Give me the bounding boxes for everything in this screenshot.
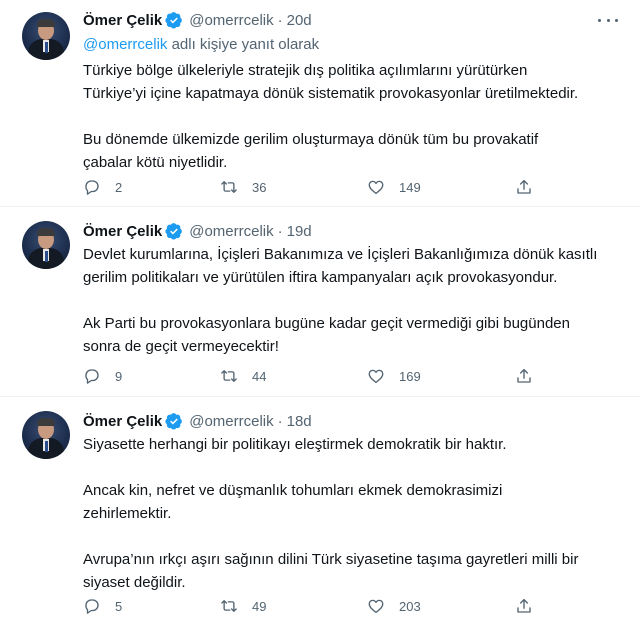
heart-outline-icon bbox=[368, 369, 384, 384]
retweet-button[interactable]: 49 bbox=[220, 596, 266, 616]
retweet-button[interactable]: 36 bbox=[220, 177, 266, 197]
avatar[interactable] bbox=[22, 411, 70, 459]
reply-count: 9 bbox=[115, 368, 123, 384]
tweet-text-line: Devlet kurumlarına, İçişleri Bakanımıza … bbox=[83, 246, 598, 263]
more-dots-icon[interactable] bbox=[598, 11, 618, 29]
like-button[interactable]: 203 bbox=[367, 596, 421, 616]
retweet-arrows-icon bbox=[221, 370, 237, 382]
share-upload-icon bbox=[517, 598, 531, 613]
author-name[interactable]: Ömer Çelik bbox=[83, 223, 162, 240]
reply-button[interactable]: 9 bbox=[83, 366, 122, 386]
reply-bubble-icon bbox=[85, 180, 99, 195]
tweet[interactable]: Ömer Çelik @omerrcelik · 18d Siyasette h… bbox=[0, 397, 640, 625]
tweet-text: Devlet kurumlarına, İçişleri Bakanımıza … bbox=[83, 243, 635, 358]
retweet-count: 44 bbox=[252, 368, 267, 384]
retweet-count: 49 bbox=[252, 598, 267, 614]
retweet-button[interactable]: 44 bbox=[220, 366, 266, 386]
action-bar: 9 44 169 bbox=[83, 366, 553, 386]
like-count: 203 bbox=[399, 598, 421, 614]
tweet[interactable]: Ömer Çelik @omerrcelik · 19d Devlet kuru… bbox=[0, 207, 640, 397]
verified-badge-icon bbox=[165, 223, 183, 240]
heart-outline-icon bbox=[368, 180, 384, 195]
tweet-text-line: Bu dönemde ülkemizde gerilim oluşturmaya… bbox=[83, 131, 539, 148]
reply-suffix: adlı kişiye yanıt olarak bbox=[167, 36, 320, 53]
tweet-date[interactable]: 19d bbox=[287, 223, 312, 240]
retweet-arrows-icon bbox=[221, 600, 237, 612]
tweet-text-line: gerilim politikaları ve yürütülen iftira… bbox=[83, 269, 558, 286]
tweet-text-line: zehirlemektir. bbox=[83, 505, 172, 522]
heart-outline-icon bbox=[368, 599, 384, 614]
avatar[interactable] bbox=[22, 12, 70, 60]
tweet-text-line: Türkiye bölge ülkeleriyle stratejik dış … bbox=[83, 62, 528, 79]
tweet-date[interactable]: 18d bbox=[287, 413, 312, 430]
tweet-text-line: çabalar kötü niyetlidir. bbox=[83, 154, 228, 171]
share-button[interactable] bbox=[515, 596, 533, 616]
like-button[interactable]: 149 bbox=[367, 177, 421, 197]
tweet-text-line: sonra de geçit vermeyecektir! bbox=[83, 338, 279, 355]
tweet[interactable]: Ömer Çelik @omerrcelik · 20d @omerrcelik… bbox=[0, 0, 640, 207]
reply-bubble-icon bbox=[85, 599, 99, 614]
retweet-count: 36 bbox=[252, 179, 267, 195]
like-count: 149 bbox=[399, 179, 421, 195]
separator-dot: · bbox=[277, 222, 283, 240]
reply-count: 2 bbox=[115, 179, 123, 195]
separator-dot: · bbox=[277, 11, 283, 29]
like-button[interactable]: 169 bbox=[367, 366, 421, 386]
tweet-text-line: siyaset değildir. bbox=[83, 574, 186, 591]
share-upload-icon bbox=[517, 179, 531, 194]
retweet-arrows-icon bbox=[221, 181, 237, 193]
tweet-header: Ömer Çelik @omerrcelik · 20d bbox=[83, 10, 312, 30]
like-count: 169 bbox=[399, 368, 421, 384]
tweet-text: Türkiye bölge ülkeleriyle stratejik dış … bbox=[83, 59, 635, 174]
verified-badge-icon bbox=[165, 12, 183, 29]
separator-dot: · bbox=[277, 412, 283, 430]
author-name[interactable]: Ömer Çelik bbox=[83, 12, 162, 29]
author-handle[interactable]: @omerrcelik bbox=[189, 12, 273, 29]
tweet-header: Ömer Çelik @omerrcelik · 19d bbox=[83, 221, 312, 241]
reply-mention-link[interactable]: @omerrcelik bbox=[83, 36, 167, 53]
share-upload-icon bbox=[517, 368, 531, 383]
author-handle[interactable]: @omerrcelik bbox=[189, 413, 273, 430]
reply-button[interactable]: 2 bbox=[83, 177, 122, 197]
tweet-text-line: Ancak kin, nefret ve düşmanlık tohumları… bbox=[83, 482, 503, 499]
tweet-text-line: Ak Parti bu provokasyonlara bugüne kadar… bbox=[83, 315, 570, 332]
avatar[interactable] bbox=[22, 221, 70, 269]
share-button[interactable] bbox=[515, 177, 533, 197]
author-name[interactable]: Ömer Çelik bbox=[83, 413, 162, 430]
tweet-text-line: Siyasette herhangi bir politikayı eleşti… bbox=[83, 436, 507, 453]
action-bar: 5 49 203 bbox=[83, 596, 553, 616]
action-bar: 2 36 149 bbox=[83, 177, 553, 197]
replying-to: @omerrcelik adlı kişiye yanıt olarak bbox=[83, 36, 319, 53]
share-button[interactable] bbox=[515, 366, 533, 386]
reply-count: 5 bbox=[115, 598, 123, 614]
verified-badge-icon bbox=[165, 413, 183, 430]
tweet-text: Siyasette herhangi bir politikayı eleşti… bbox=[83, 433, 635, 594]
reply-bubble-icon bbox=[85, 369, 99, 384]
reply-button[interactable]: 5 bbox=[83, 596, 122, 616]
tweet-text-line: Türkiye’yi içine kapatmaya dönük sistema… bbox=[83, 85, 579, 102]
tweet-date[interactable]: 20d bbox=[287, 12, 312, 29]
tweet-text-line: Avrupa’nın ırkçı aşırı sağının dilini Tü… bbox=[83, 551, 579, 568]
tweet-header: Ömer Çelik @omerrcelik · 18d bbox=[83, 411, 312, 431]
author-handle[interactable]: @omerrcelik bbox=[189, 223, 273, 240]
